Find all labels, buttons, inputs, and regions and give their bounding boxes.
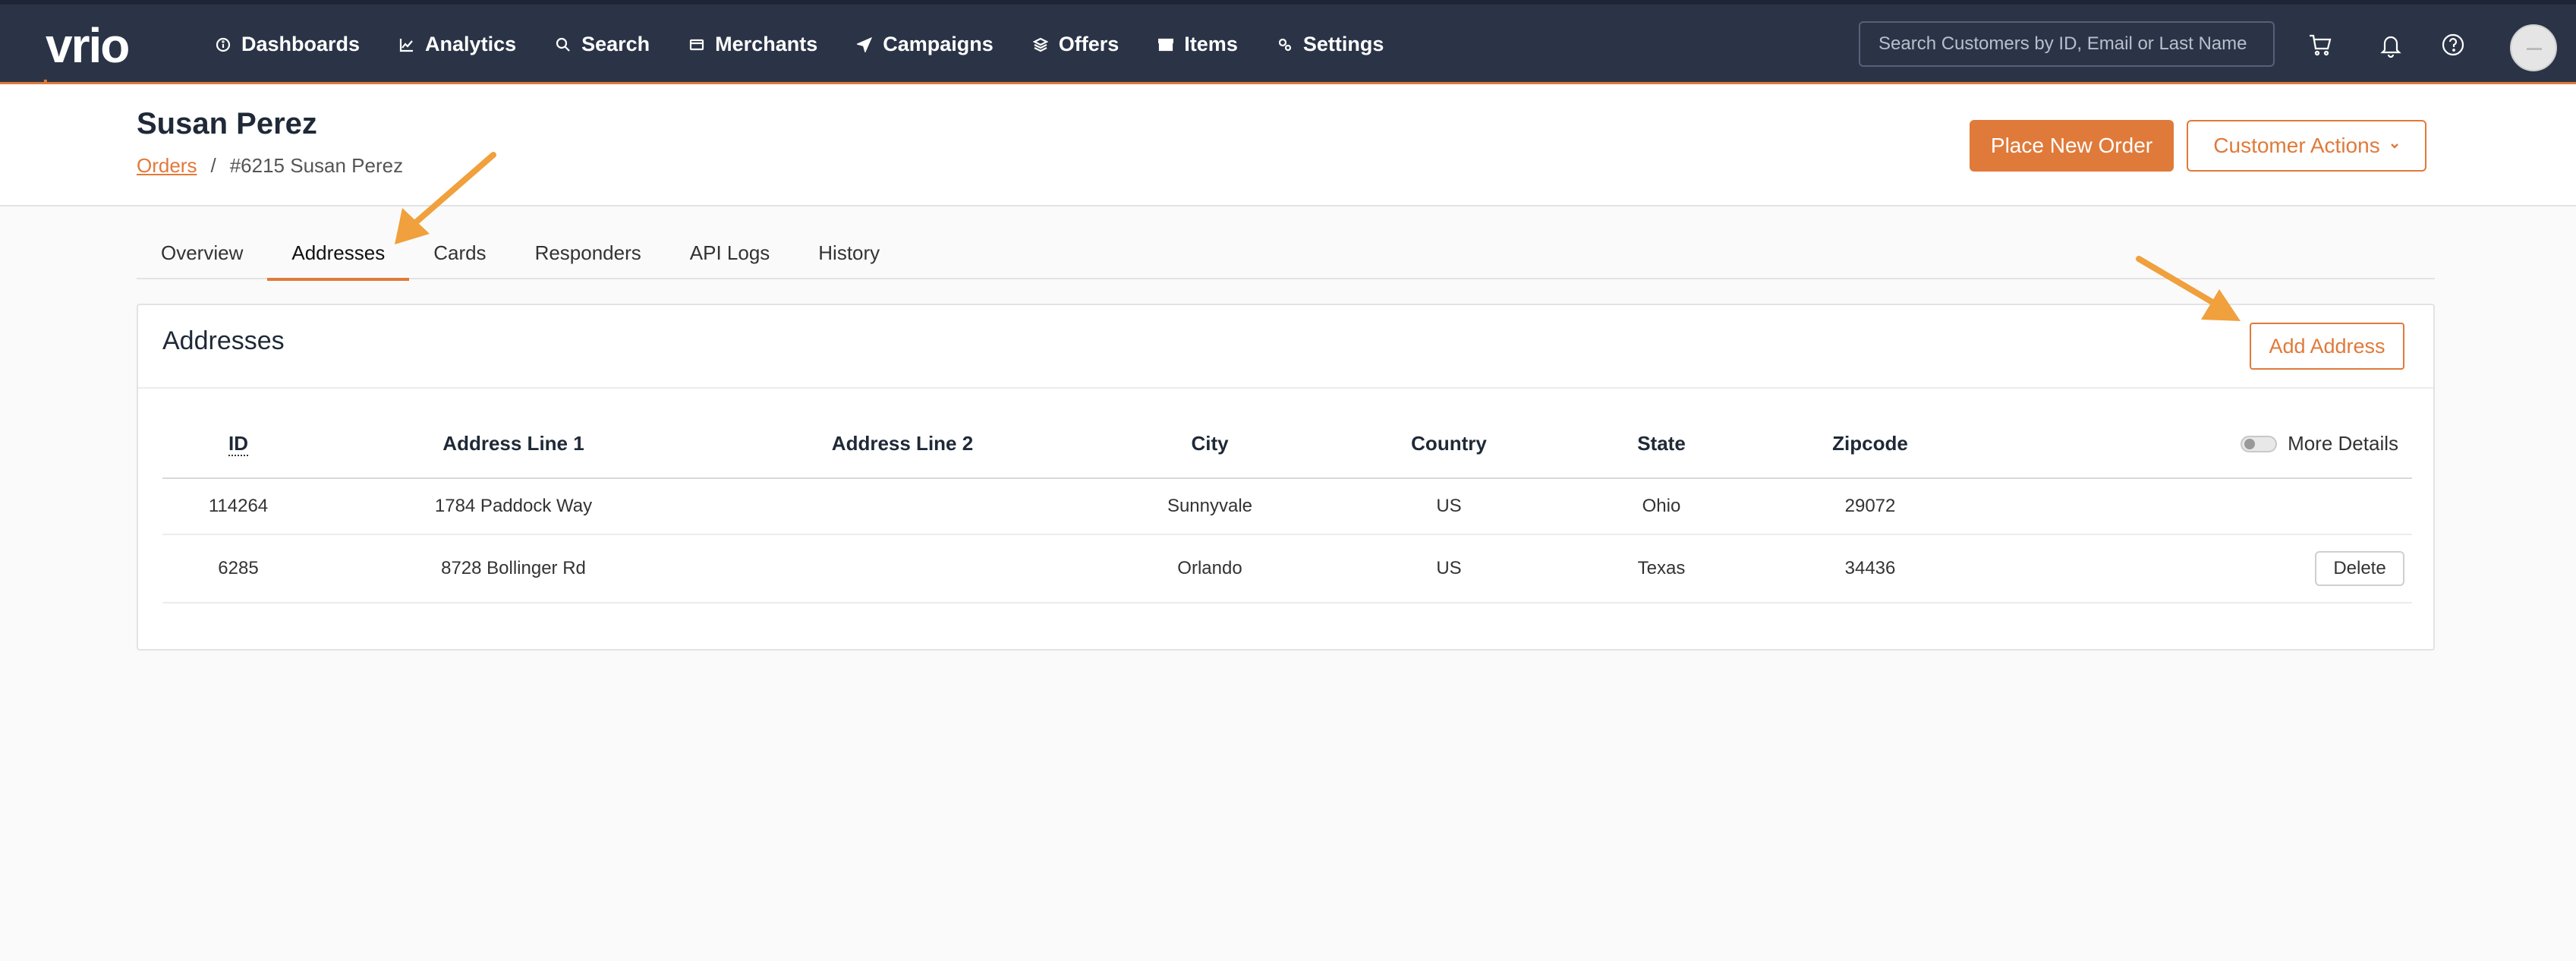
- column-header-state: State: [1570, 410, 1752, 479]
- nav-label: Offers: [1058, 33, 1120, 55]
- cell-country: US: [1327, 534, 1570, 603]
- breadcrumb-current: #6215 Susan Perez: [229, 154, 404, 177]
- addresses-title: Addresses: [162, 326, 285, 355]
- cell-state: Texas: [1570, 534, 1752, 603]
- cell-address-line-1: 8728 Bollinger Rd: [314, 534, 713, 603]
- cell-address-line-2: [713, 534, 1092, 603]
- card-icon: [690, 39, 704, 50]
- addresses-table: ID Address Line 1 Address Line 2 City Co…: [162, 410, 2412, 603]
- customer-actions-label: Customer Actions: [2213, 134, 2380, 157]
- table-row: 6285 8728 Bollinger Rd Orlando US Texas …: [162, 534, 2412, 603]
- layers-icon: [1032, 37, 1048, 52]
- card-header: Addresses Add Address: [138, 305, 2433, 389]
- cell-zipcode: 34436: [1752, 534, 1988, 603]
- nav-item-items[interactable]: Items: [1138, 5, 1258, 84]
- add-address-button[interactable]: Add Address: [2250, 323, 2404, 370]
- cart-icon[interactable]: [2307, 32, 2333, 58]
- paper-plane-icon: [857, 36, 873, 52]
- cell-actions: Delete: [1988, 534, 2412, 603]
- id-header-label: ID: [228, 432, 248, 456]
- column-header-country: Country: [1327, 410, 1570, 479]
- breadcrumb-separator: /: [210, 154, 216, 177]
- column-header-address-line-2: Address Line 2: [713, 410, 1092, 479]
- cell-address-line-1: 1784 Paddock Way: [314, 478, 713, 535]
- column-header-address-line-1: Address Line 1: [314, 410, 713, 479]
- nav-label: Merchants: [715, 33, 818, 55]
- main-nav: Dashboards Analytics Search Merchants Ca…: [196, 5, 1404, 87]
- nav-item-campaigns[interactable]: Campaigns: [837, 5, 1013, 84]
- place-new-order-button[interactable]: Place New Order: [1970, 120, 2174, 172]
- tab-api-logs[interactable]: API Logs: [666, 226, 795, 279]
- column-header-id[interactable]: ID: [162, 410, 314, 479]
- cell-city: Sunnyvale: [1092, 478, 1327, 535]
- logo-text: vrio: [46, 18, 130, 73]
- nav-label: Dashboards: [241, 33, 361, 55]
- gears-icon: [1278, 38, 1291, 51]
- nav-item-offers[interactable]: Offers: [1013, 5, 1139, 84]
- help-icon[interactable]: [2440, 32, 2466, 58]
- column-header-zipcode: Zipcode: [1752, 410, 1988, 479]
- nav-item-dashboards[interactable]: Dashboards: [196, 5, 379, 84]
- more-details-toggle[interactable]: [2241, 435, 2278, 452]
- line-chart-icon: [399, 38, 414, 52]
- column-header-city: City: [1092, 410, 1327, 479]
- nav-item-analytics[interactable]: Analytics: [379, 5, 536, 84]
- table-header-row: ID Address Line 1 Address Line 2 City Co…: [162, 410, 2412, 479]
- cell-actions: [1988, 478, 2412, 535]
- nav-item-settings[interactable]: Settings: [1257, 5, 1404, 87]
- info-circle-icon: [216, 37, 231, 52]
- nav-label: Settings: [1302, 33, 1384, 55]
- more-details-toggle-group: More Details: [2241, 432, 2398, 455]
- cell-zipcode: 29072: [1752, 478, 1988, 535]
- customer-actions-button[interactable]: Customer Actions: [2187, 120, 2426, 172]
- search-icon: [556, 37, 570, 52]
- more-details-label: More Details: [2288, 432, 2398, 455]
- delete-address-button[interactable]: Delete: [2315, 551, 2404, 586]
- nav-label: Items: [1184, 33, 1238, 55]
- user-avatar[interactable]: [2510, 24, 2557, 71]
- annotation-arrow-icon: [395, 152, 496, 244]
- page-title: Susan Perez: [137, 107, 317, 140]
- bell-icon[interactable]: [2378, 32, 2404, 58]
- addresses-card: Addresses Add Address ID Address Line 1 …: [137, 304, 2435, 651]
- top-navbar: . vrio Dashboards Analytics Search Merch…: [0, 0, 2576, 87]
- nav-item-search[interactable]: Search: [536, 5, 669, 84]
- table-row: 114264 1784 Paddock Way Sunnyvale US Ohi…: [162, 478, 2412, 535]
- breadcrumb: Orders / #6215 Susan Perez: [137, 154, 403, 178]
- cell-id: 114264: [162, 478, 314, 535]
- breadcrumb-orders-link[interactable]: Orders: [137, 154, 197, 178]
- vrio-logo[interactable]: . vrio: [43, 18, 130, 87]
- cell-city: Orlando: [1092, 534, 1327, 603]
- cell-country: US: [1327, 478, 1570, 535]
- box-icon: [1158, 38, 1174, 51]
- chevron-down-icon: [2390, 143, 2398, 149]
- nav-label: Analytics: [425, 33, 517, 55]
- cell-id: 6285: [162, 534, 314, 603]
- tab-responders[interactable]: Responders: [511, 226, 666, 279]
- tab-history[interactable]: History: [794, 226, 904, 279]
- cell-address-line-2: [713, 478, 1092, 535]
- annotation-arrow-icon: [2136, 256, 2241, 321]
- cell-state: Ohio: [1570, 478, 1752, 535]
- tab-overview[interactable]: Overview: [137, 226, 267, 279]
- customer-search-input[interactable]: [1859, 21, 2275, 67]
- nav-label: Search: [581, 33, 650, 55]
- more-details-cell: More Details: [1988, 410, 2412, 479]
- nav-label: Campaigns: [883, 33, 994, 55]
- nav-item-merchants[interactable]: Merchants: [669, 5, 837, 84]
